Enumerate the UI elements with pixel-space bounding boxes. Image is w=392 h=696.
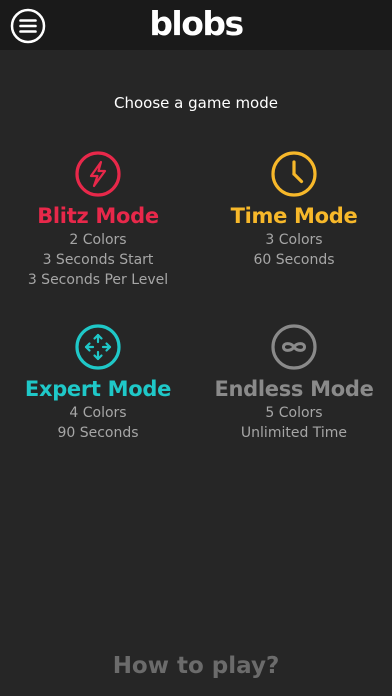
endless-mode-detail: 5 Colors xyxy=(265,405,323,421)
blitz-mode-detail: 3 Seconds Per Level xyxy=(27,272,169,288)
blitz-mode-detail: 2 Colors xyxy=(69,232,127,248)
expert-mode-detail: 90 Seconds xyxy=(57,425,139,441)
endless-mode-detail: Unlimited Time xyxy=(240,425,348,441)
endless-mode-button[interactable]: Endless Mode 5 Colors Unlimited Time xyxy=(196,323,392,443)
how-to-play-button[interactable]: How to play? xyxy=(0,648,392,684)
clock-icon xyxy=(271,151,317,197)
time-mode-title: Time Mode xyxy=(230,204,358,228)
four-arrows-icon xyxy=(75,324,121,370)
time-mode-button[interactable]: Time Mode 3 Colors 60 Seconds xyxy=(196,150,392,270)
expert-mode-detail: 4 Colors xyxy=(69,405,127,421)
choose-mode-heading: Choose a game mode xyxy=(114,94,278,112)
blitz-mode-button[interactable]: Blitz Mode 2 Colors 3 Seconds Start 3 Se… xyxy=(0,150,196,290)
endless-mode-title: Endless Mode xyxy=(214,377,374,401)
blitz-mode-title: Blitz Mode xyxy=(37,204,159,228)
time-mode-detail: 60 Seconds xyxy=(253,252,335,268)
expert-mode-title: Expert Mode xyxy=(24,377,172,401)
game-mode-screen: blobs Choose a game mode Blitz Mode 2 Co… xyxy=(0,0,392,696)
blitz-mode-detail: 3 Seconds Start xyxy=(42,252,154,268)
app-logo: blobs xyxy=(149,4,244,43)
time-mode-detail: 3 Colors xyxy=(265,232,323,248)
expert-mode-button[interactable]: Expert Mode 4 Colors 90 Seconds xyxy=(0,323,196,443)
infinity-icon xyxy=(271,324,317,370)
top-bar: blobs xyxy=(0,0,392,50)
lightning-bolt-icon xyxy=(75,151,121,197)
